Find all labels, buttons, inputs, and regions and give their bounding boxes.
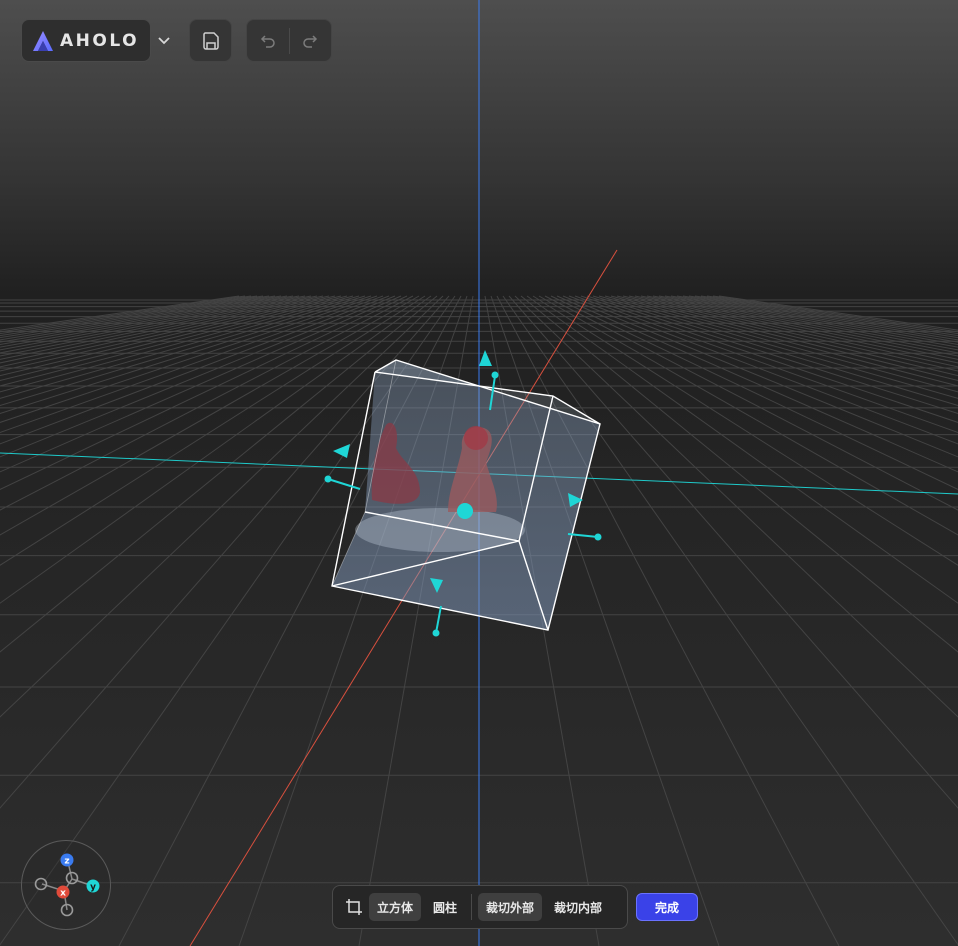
shape-cube-button[interactable]: 立方体	[369, 893, 422, 921]
crop-outside-button[interactable]: 裁切外部	[478, 893, 543, 921]
redo-icon	[303, 34, 318, 48]
save-button[interactable]	[189, 19, 232, 62]
chevron-down-icon	[158, 37, 170, 45]
logo-text: AHOLO	[60, 30, 140, 51]
axis-gizmo-graphic: z x y	[34, 853, 100, 917]
3d-viewport[interactable]	[0, 0, 958, 946]
gizmo-y-label: y	[90, 883, 96, 893]
undo-icon	[260, 34, 275, 48]
done-button[interactable]: 完成	[636, 893, 698, 921]
gizmo-neg-y-handle[interactable]	[34, 877, 48, 891]
crop-toolbar: 立方体 圆柱 裁切外部 裁切内部	[332, 885, 628, 929]
history-controls	[246, 19, 332, 62]
gizmo-x-label: x	[60, 889, 66, 899]
toolbar-divider	[471, 894, 473, 920]
undo-button[interactable]	[247, 20, 289, 61]
crop-icon	[343, 896, 365, 918]
logo-dropdown-button[interactable]	[154, 30, 174, 52]
save-icon	[202, 31, 219, 50]
handle-center[interactable]	[457, 503, 473, 519]
logo-mark-icon	[33, 30, 53, 51]
axis-gizmo[interactable]: z x y	[21, 840, 111, 930]
redo-button[interactable]	[289, 20, 331, 61]
shape-cylinder-button[interactable]: 圆柱	[425, 893, 465, 921]
model-head	[464, 426, 488, 450]
app-logo[interactable]: AHOLO	[21, 19, 151, 62]
crop-inside-button[interactable]: 裁切内部	[546, 893, 610, 921]
gizmo-z-label: z	[64, 857, 69, 867]
